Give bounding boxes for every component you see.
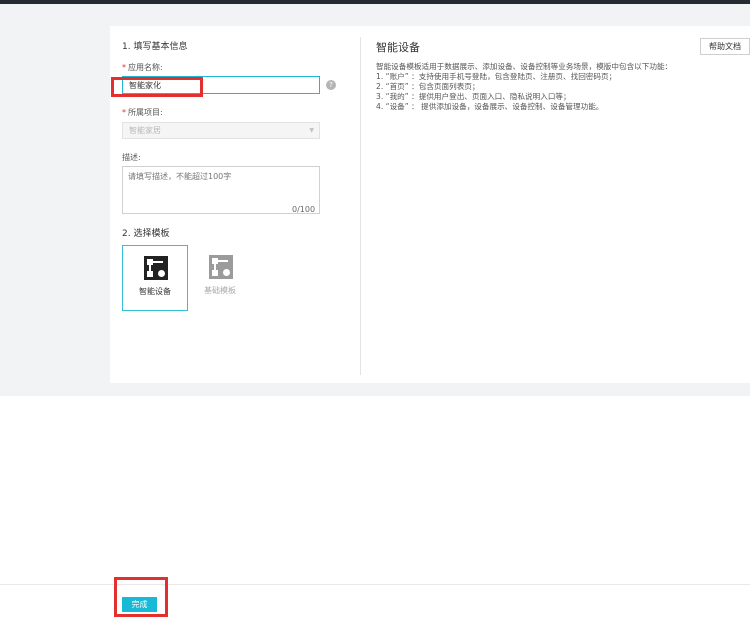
description-line: 1. “账户” ：支持使用手机号登陆，包含登陆页、注册页、找回密码页； bbox=[376, 72, 617, 81]
annotation-box-done-button bbox=[114, 577, 168, 617]
template-card-basic[interactable]: 基础模板 bbox=[188, 245, 254, 311]
help-question-icon[interactable]: ? bbox=[326, 80, 336, 90]
description-line: 智能设备模板适用于数据展示、添加设备、设备控制等业务场景，模版中包含以下功能： bbox=[376, 62, 673, 71]
desc-textarea[interactable] bbox=[122, 166, 320, 214]
smart-device-icon bbox=[144, 256, 168, 280]
step1-title: 1. 填写基本信息 bbox=[122, 42, 188, 52]
template-label: 基础模板 bbox=[204, 286, 236, 295]
template-label: 智能设备 bbox=[139, 287, 171, 296]
step2-title: 2. 选择模板 bbox=[122, 229, 170, 239]
project-label-text: 所属项目: bbox=[128, 108, 163, 117]
template-description-title: 智能设备 bbox=[376, 41, 420, 54]
template-description: 智能设备模板适用于数据展示、添加设备、设备控制等业务场景，模版中包含以下功能： … bbox=[376, 62, 672, 112]
chevron-down-icon: ▼ bbox=[309, 127, 314, 134]
help-doc-button[interactable]: 帮助文档 bbox=[700, 38, 750, 55]
app-name-label: * 应用名称: bbox=[122, 62, 163, 73]
app-name-label-text: 应用名称: bbox=[128, 63, 163, 72]
basic-template-icon bbox=[209, 255, 233, 279]
description-line: 3. “我的” ：提供用户登出、页面入口、隐私说明入口等； bbox=[376, 92, 571, 101]
required-mark: * bbox=[122, 63, 126, 72]
project-label: * 所属项目: bbox=[122, 107, 163, 118]
desc-counter: 0/100 bbox=[292, 205, 316, 214]
project-select-value: 智能家居 bbox=[129, 126, 161, 135]
template-card-smart-device[interactable]: 智能设备 bbox=[122, 245, 188, 311]
desc-label: 描述: bbox=[122, 153, 141, 162]
project-select[interactable]: 智能家居 ▼ bbox=[122, 122, 320, 139]
column-divider bbox=[360, 37, 361, 375]
annotation-box-app-name bbox=[111, 77, 203, 97]
footer-divider bbox=[0, 584, 750, 585]
description-line: 4. “设备” ： 提供添加设备，设备展示、设备控制、设备管理功能。 bbox=[376, 102, 604, 111]
description-line: 2. “首页” ：包含页面列表页； bbox=[376, 82, 480, 91]
required-mark: * bbox=[122, 108, 126, 117]
